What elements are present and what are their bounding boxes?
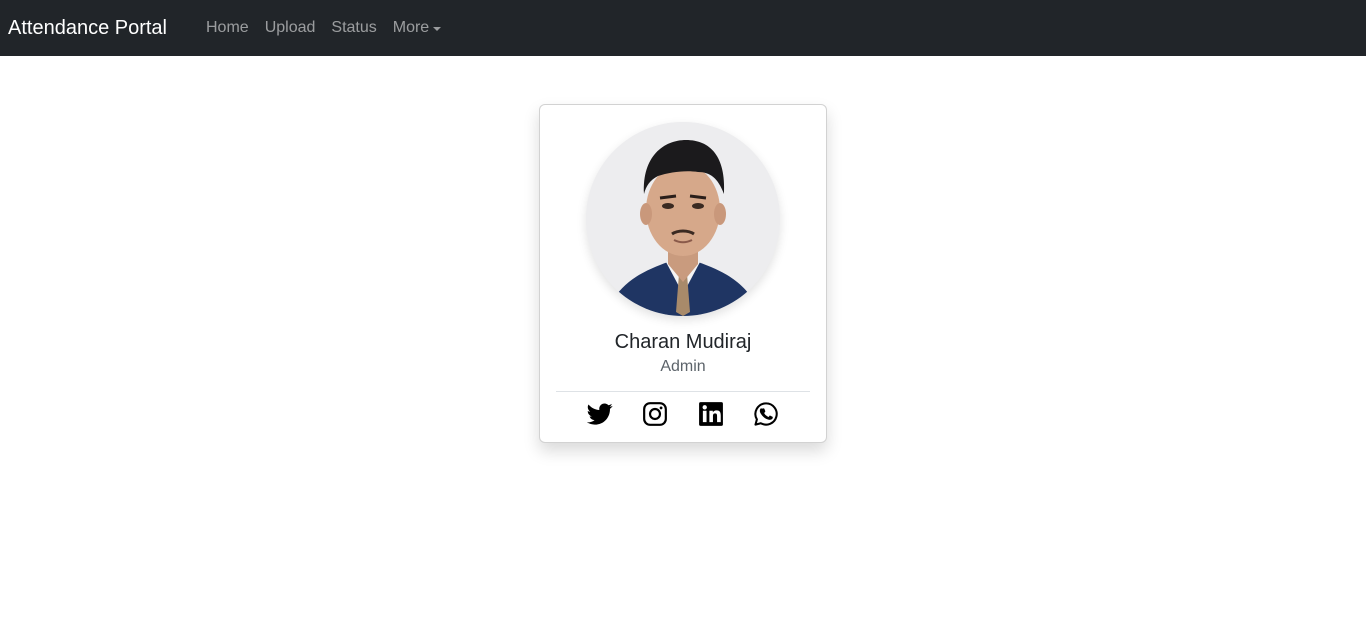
top-navbar: Attendance Portal Home Upload Status Mor…	[0, 0, 1366, 56]
instagram-link[interactable]	[642, 401, 668, 427]
brand-link[interactable]: Attendance Portal	[8, 15, 167, 41]
profile-card: Charan Mudiraj Admin	[539, 104, 827, 443]
linkedin-icon	[699, 402, 723, 426]
nav-link-status[interactable]: Status	[323, 17, 384, 39]
caret-down-icon	[433, 26, 442, 31]
linkedin-link[interactable]	[698, 401, 724, 427]
nav-link-home[interactable]: Home	[198, 17, 257, 39]
twitter-link[interactable]	[587, 401, 613, 427]
whatsapp-link[interactable]	[753, 401, 779, 427]
whatsapp-icon	[754, 402, 778, 426]
nav-dropdown-more[interactable]: More	[385, 17, 449, 39]
twitter-icon	[587, 403, 613, 425]
social-links	[540, 401, 826, 427]
nav-links: Home Upload Status More	[198, 17, 449, 39]
nav-dropdown-more-label: More	[392, 19, 430, 36]
profile-role: Admin	[660, 358, 706, 375]
nav-link-status-label: Status	[331, 19, 377, 36]
nav-link-home-label: Home	[206, 19, 249, 36]
profile-photo-image	[586, 122, 780, 316]
profile-avatar	[586, 122, 780, 316]
nav-link-upload[interactable]: Upload	[257, 17, 324, 39]
nav-link-upload-label: Upload	[264, 19, 316, 36]
profile-name: Charan Mudiraj	[614, 331, 752, 353]
card-divider	[556, 391, 810, 392]
instagram-icon	[643, 402, 667, 426]
